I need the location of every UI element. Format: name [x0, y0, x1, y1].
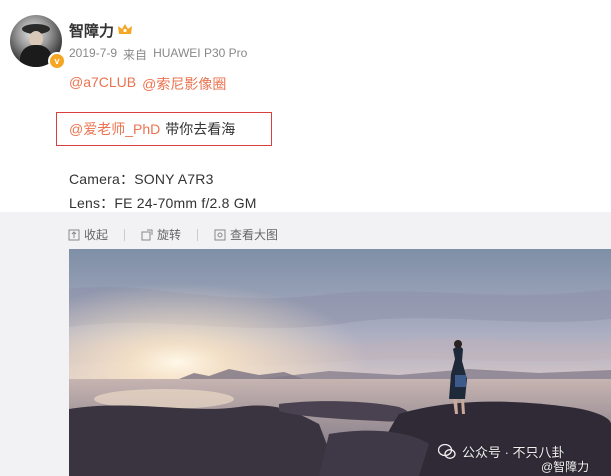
toolbar-divider [124, 228, 126, 241]
source-prefix: 来自 [123, 48, 148, 62]
post-date[interactable]: 2019-7-9 [69, 46, 117, 63]
collapse-label: 收起 [84, 228, 109, 242]
post-meta: 2019-7-9 来自 HUAWEI P30 Pro [69, 46, 247, 63]
view-large-button[interactable]: 查看大图 [214, 226, 278, 243]
mention-sony[interactable]: @索尼影像圈 [142, 74, 226, 94]
username-link[interactable]: 智障力 [69, 20, 114, 41]
rotate-icon [141, 229, 153, 240]
crown-icon [118, 24, 132, 34]
rotate-label: 旋转 [157, 228, 182, 242]
rotate-button[interactable]: 旋转 [141, 226, 181, 243]
device-name: HUAWEI P30 Pro [153, 46, 248, 60]
magnify-icon [214, 229, 226, 240]
lens-spec: Lens：FE 24-70mm f/2.8 GM [69, 195, 257, 211]
media-toolbar: 收起 旋转 查看大图 [68, 226, 278, 243]
mention-a7club[interactable]: @a7CLUB [69, 74, 136, 94]
camera-spec: Camera：SONY A7R3 [69, 171, 214, 187]
avatar-body [20, 45, 52, 67]
toolbar-divider [197, 228, 199, 241]
view-large-label: 查看大图 [230, 228, 279, 242]
watermark-handle: @智障力 [541, 460, 590, 474]
collapse-icon [68, 229, 80, 240]
wechat-icon [438, 443, 456, 459]
highlighted-line: @爱老师_PhD 带你去看海 [56, 112, 272, 146]
mention-teacher[interactable]: @爱老师_PhD [69, 119, 160, 139]
mention-row: @a7CLUB @索尼影像圈 [69, 74, 226, 94]
verified-badge-icon: v [48, 52, 66, 70]
collapse-button[interactable]: 收起 [68, 226, 108, 243]
highlight-text: 带你去看海 [165, 121, 236, 137]
